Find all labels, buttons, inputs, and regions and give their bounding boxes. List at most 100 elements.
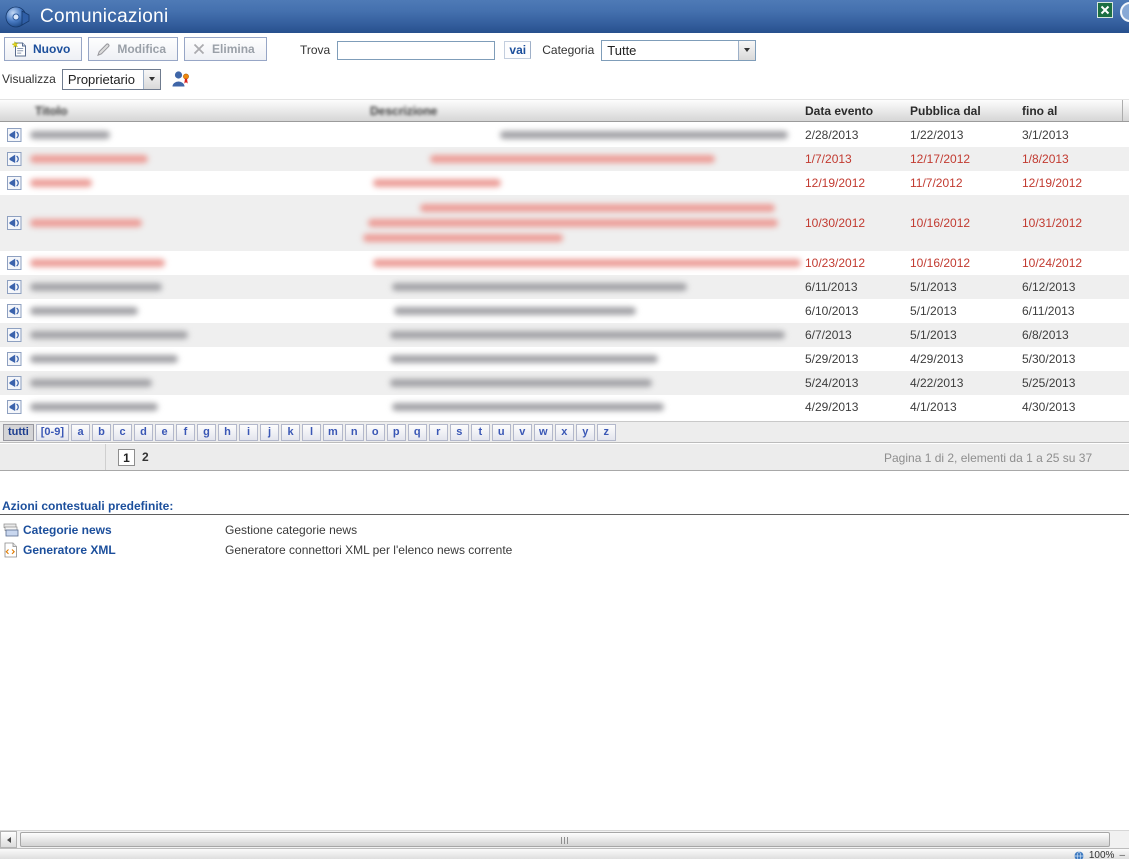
cell-pubblica-dal: 4/1/2013	[910, 395, 957, 419]
cell-data-evento: 5/24/2013	[805, 371, 858, 395]
column-header-fino-al[interactable]: fino al	[1022, 104, 1057, 118]
alphabet-filter-u[interactable]: u	[492, 424, 511, 441]
zoom-indicator[interactable]: 100% –	[1074, 850, 1125, 859]
cell-data-evento: 6/7/2013	[805, 323, 852, 347]
alphabet-filter-q[interactable]: q	[408, 424, 427, 441]
news-item-icon	[7, 175, 23, 191]
alphabet-filter-p[interactable]: p	[387, 424, 406, 441]
chevron-down-icon[interactable]	[143, 70, 160, 89]
alphabet-filter-y[interactable]: y	[576, 424, 595, 441]
column-header-pubblica-dal[interactable]: Pubblica dal	[910, 104, 981, 118]
cell-pubblica-dal: 4/29/2013	[910, 347, 963, 371]
news-item-icon	[7, 303, 23, 319]
cell-pubblica-dal: 11/7/2012	[910, 171, 963, 195]
page-title: Comunicazioni	[40, 6, 169, 28]
alphabet-filter-n[interactable]: n	[345, 424, 364, 441]
toolbar: Nuovo Modifica Elimina Trova vai Categor…	[0, 33, 1129, 98]
modifica-button[interactable]: Modifica	[88, 37, 178, 61]
alphabet-filter-h[interactable]: h	[218, 424, 237, 441]
zoom-decrease[interactable]: –	[1119, 850, 1125, 859]
table-row[interactable]: 5/24/20134/22/20135/25/2013	[0, 371, 1129, 395]
alphabet-filter-t[interactable]: t	[471, 424, 490, 441]
alphabet-filter-f[interactable]: f	[176, 424, 195, 441]
redacted-description	[373, 179, 501, 187]
news-item-icon	[7, 327, 23, 343]
table-row[interactable]: 2/28/20131/22/20133/1/2013	[0, 123, 1129, 147]
redacted-title	[30, 219, 142, 227]
cell-data-evento: 6/10/2013	[805, 299, 858, 323]
alphabet-filter-o[interactable]: o	[366, 424, 385, 441]
chevron-down-icon[interactable]	[738, 41, 755, 60]
page-button-current[interactable]: 1	[118, 449, 135, 466]
alphabet-filter-g[interactable]: g	[197, 424, 216, 441]
categoria-select[interactable]: Tutte	[601, 40, 756, 61]
visualizza-selected-value: Proprietario	[63, 72, 143, 87]
redacted-description	[430, 155, 715, 163]
alphabet-filter-tutti[interactable]: tutti	[3, 424, 34, 441]
search-input[interactable]	[337, 41, 495, 60]
elimina-button-label: Elimina	[212, 42, 255, 56]
alphabet-filter-x[interactable]: x	[555, 424, 574, 441]
table-row[interactable]: 6/7/20135/1/20136/8/2013	[0, 323, 1129, 347]
nuovo-button[interactable]: Nuovo	[4, 37, 82, 61]
alphabet-filter-k[interactable]: k	[281, 424, 300, 441]
column-header-data-evento[interactable]: Data evento	[805, 104, 873, 118]
redacted-description	[390, 331, 785, 339]
alphabet-filter-s[interactable]: s	[450, 424, 469, 441]
cell-fino-al: 6/12/2013	[1022, 275, 1075, 299]
alphabet-filter-j[interactable]: j	[260, 424, 279, 441]
alphabet-filter-b[interactable]: b	[92, 424, 111, 441]
alphabet-filter-z[interactable]: z	[597, 424, 616, 441]
redacted-description	[373, 259, 801, 267]
table-row[interactable]: 4/29/20134/1/20134/30/2013	[0, 395, 1129, 419]
cell-pubblica-dal: 12/17/2012	[910, 147, 970, 171]
column-header-descrizione[interactable]: Descrizione	[370, 104, 437, 118]
table-row[interactable]: 6/11/20135/1/20136/12/2013	[0, 275, 1129, 299]
table-row[interactable]: 12/19/201211/7/201212/19/2012	[0, 171, 1129, 195]
table-row[interactable]: 5/29/20134/29/20135/30/2013	[0, 347, 1129, 371]
table-row[interactable]: 6/10/20135/1/20136/11/2013	[0, 299, 1129, 323]
alphabet-filter-r[interactable]: r	[429, 424, 448, 441]
user-ribbon-icon[interactable]	[170, 70, 191, 89]
categories-icon	[3, 522, 19, 538]
page-button-2[interactable]: 2	[142, 450, 149, 464]
action-item-generatore-xml: Generatore XML Generatore connettori XML…	[0, 541, 1129, 561]
vai-button[interactable]: vai	[504, 41, 531, 59]
table-body: 2/28/20131/22/20133/1/20131/7/201312/17/…	[0, 123, 1129, 419]
redacted-description	[390, 379, 652, 387]
visualizza-select[interactable]: Proprietario	[62, 69, 161, 90]
redacted-description	[392, 283, 687, 291]
categorie-news-link[interactable]: Categorie news	[23, 523, 112, 537]
generatore-xml-link[interactable]: Generatore XML	[23, 543, 116, 557]
cell-pubblica-dal: 5/1/2013	[910, 299, 957, 323]
redacted-description	[500, 131, 788, 139]
table-row[interactable]: 1/7/201312/17/20121/8/2013	[0, 147, 1129, 171]
scrollbar-thumb[interactable]	[20, 832, 1110, 847]
news-item-icon	[7, 151, 23, 167]
alphabet-filter-v[interactable]: v	[513, 424, 532, 441]
alphabet-filter-digits[interactable]: [0-9]	[36, 424, 69, 441]
redacted-title	[30, 379, 152, 387]
alphabet-filter-e[interactable]: e	[155, 424, 174, 441]
alphabet-filter-a[interactable]: a	[71, 424, 90, 441]
contextual-actions-heading: Azioni contestuali predefinite:	[2, 499, 173, 513]
scroll-left-arrow[interactable]	[0, 831, 17, 848]
redacted-title	[30, 179, 92, 187]
alphabet-filter-l[interactable]: l	[302, 424, 321, 441]
table-row[interactable]: 10/23/201210/16/201210/24/2012	[0, 251, 1129, 275]
alphabet-filter-m[interactable]: m	[323, 424, 343, 441]
column-header-titolo[interactable]: Titolo	[35, 104, 67, 118]
elimina-button[interactable]: Elimina	[184, 37, 267, 61]
toolbar-buttons: Nuovo Modifica Elimina	[4, 37, 273, 61]
table-row[interactable]: 10/30/201210/16/201210/31/2012	[0, 195, 1129, 251]
titlebar: Comunicazioni	[0, 0, 1129, 33]
alphabet-filter-w[interactable]: w	[534, 424, 553, 441]
excel-export-icon[interactable]	[1097, 2, 1113, 18]
alphabet-filter-i[interactable]: i	[239, 424, 258, 441]
help-circle-icon[interactable]	[1120, 2, 1129, 22]
alphabet-filter-d[interactable]: d	[134, 424, 153, 441]
horizontal-scrollbar[interactable]	[0, 830, 1129, 848]
cell-fino-al: 1/8/2013	[1022, 147, 1069, 171]
alphabet-filter-c[interactable]: c	[113, 424, 132, 441]
cell-pubblica-dal: 1/22/2013	[910, 123, 963, 147]
